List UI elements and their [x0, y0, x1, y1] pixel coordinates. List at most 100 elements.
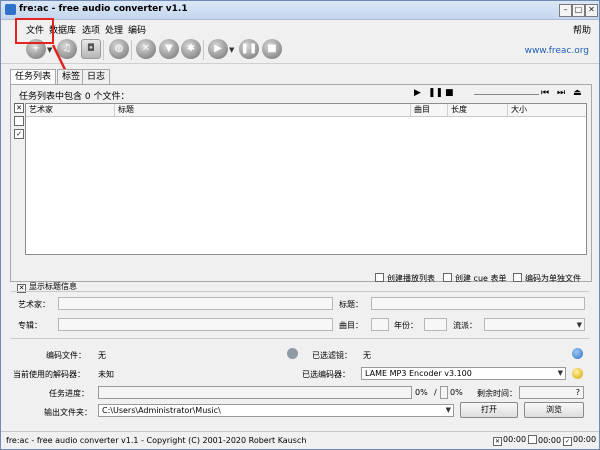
toolbar-separator — [203, 40, 204, 60]
app-window: fre:ac - free audio converter v1.1 – □ ✕… — [0, 0, 600, 450]
window-title: fre:ac - free audio converter v1.1 — [19, 4, 188, 14]
minimize-button[interactable]: – — [559, 4, 572, 17]
column-track[interactable]: 曲目 — [411, 104, 448, 116]
encoder-config-icon[interactable] — [572, 368, 583, 379]
menu-encode[interactable]: 编码 — [128, 23, 146, 36]
option-label: 编码为单独文件 — [525, 274, 581, 283]
status-time: 00:00 — [503, 435, 527, 444]
progress-percent: 0% — [415, 388, 428, 397]
tools-icon: ✕ — [141, 43, 151, 54]
chevron-down-icon[interactable]: ▼ — [577, 321, 582, 329]
info-icon[interactable] — [572, 348, 583, 359]
close-button[interactable]: ✕ — [585, 4, 598, 17]
selected-filter-label: 已选滤镜： — [312, 351, 352, 360]
filter-button[interactable]: ▼ — [159, 39, 179, 59]
player-position-slider[interactable] — [474, 94, 539, 95]
tag-info-header: 显示标题信息 — [29, 282, 77, 291]
checkbox[interactable] — [513, 273, 522, 282]
checkbox: ✓ — [563, 437, 572, 446]
lock-button[interactable]: ◘ — [81, 39, 101, 59]
menu-options[interactable]: 选项 — [82, 23, 100, 36]
menu-bar: 文件 数据库 选项 处理 编码 帮助 — [1, 20, 599, 36]
play-button[interactable]: ▶ — [208, 39, 228, 59]
filter-icon: ▼ — [165, 43, 173, 54]
add-dropdown-icon[interactable]: ▼ — [47, 46, 52, 54]
pause-button[interactable]: ❚❚ — [239, 39, 259, 59]
title-label: 标题： — [339, 300, 363, 309]
column-size[interactable]: 大小 — [508, 104, 586, 116]
year-field[interactable] — [424, 318, 447, 331]
checkbox: ✕ — [493, 437, 502, 446]
column-length[interactable]: 长度 — [448, 104, 508, 116]
open-folder-button[interactable]: 打开 — [460, 402, 518, 418]
encoder-select[interactable]: LAME MP3 Encoder v3.100 ▼ — [361, 367, 566, 380]
remaining-time-field: ? — [519, 386, 584, 399]
status-time: 00:00 — [538, 436, 562, 445]
column-title[interactable]: 标题 — [115, 104, 411, 116]
track-field[interactable] — [371, 318, 389, 331]
toolbar: + ▼ ♫ ◘ ◍ ✕ ▼ ✱ ▶ ▼ ❚❚ ■ — [1, 36, 599, 64]
tools-button[interactable]: ✕ — [136, 39, 156, 59]
column-artist[interactable]: 艺术家 — [26, 104, 115, 116]
menu-help[interactable]: 帮助 — [573, 23, 591, 36]
toggle-selection-checkbox[interactable]: ✓ — [14, 129, 24, 139]
joblist-table[interactable]: 艺术家 标题 曲目 长度 大小 — [25, 103, 587, 255]
title-bar[interactable]: fre:ac - free audio converter v1.1 – □ ✕ — [1, 1, 599, 20]
select-none-checkbox[interactable] — [14, 116, 24, 126]
joblist-panel: 任务列表中包含 0 个文件： ▶ ❚❚ ■ ⏮ ⏭ ⏏ ✕ ✓ 艺术家 标题 曲… — [10, 84, 592, 284]
artist-label: 艺术家： — [18, 300, 50, 309]
title-field[interactable] — [371, 297, 585, 310]
annotation-highlight-box — [15, 18, 54, 44]
player-pause-icon[interactable]: ❚❚ — [428, 88, 443, 98]
output-folder-field[interactable]: C:\Users\Administrator\Music\ ▼ — [98, 404, 454, 417]
progress-separator: / — [434, 388, 437, 397]
stop-icon: ■ — [267, 43, 277, 54]
settings-button[interactable]: ✱ — [181, 39, 201, 59]
cddb-button[interactable]: ◍ — [109, 39, 129, 59]
select-all-checkbox[interactable]: ✕ — [14, 103, 24, 113]
chevron-down-icon[interactable]: ▼ — [446, 405, 451, 416]
output-folder-value: C:\Users\Administrator\Music\ — [102, 406, 221, 415]
encoding-file-label: 编码文件： — [46, 351, 86, 360]
option-encode-single[interactable]: 编码为单独文件 — [513, 273, 581, 284]
maximize-button[interactable]: □ — [572, 4, 585, 17]
total-progress-percent: 0% — [450, 388, 463, 397]
filter-icon — [287, 348, 298, 359]
player-play-icon[interactable]: ▶ — [414, 88, 421, 98]
status-counter-2: 00:00 — [528, 435, 561, 445]
cd-icon: ♫ — [62, 43, 72, 54]
album-field[interactable] — [58, 318, 333, 331]
checkbox[interactable] — [375, 273, 384, 282]
encoding-file-value: 无 — [98, 351, 106, 360]
player-stop-icon[interactable]: ■ — [445, 88, 454, 98]
tab-joblist[interactable]: 任务列表 — [10, 69, 57, 85]
artist-field[interactable] — [58, 297, 333, 310]
checkbox[interactable] — [443, 273, 452, 282]
player-previous-icon[interactable]: ⏮ — [541, 88, 549, 98]
play-icon: ▶ — [214, 43, 222, 54]
status-bar: fre:ac - free audio converter v1.1 - Cop… — [1, 431, 599, 449]
play-dropdown-icon[interactable]: ▼ — [229, 46, 234, 54]
website-link[interactable]: www.freac.org — [525, 46, 589, 56]
track-label: 曲目： — [339, 321, 363, 330]
encoder-value: LAME MP3 Encoder v3.100 — [365, 369, 472, 378]
option-create-cue[interactable]: 创建 cue 表单 — [443, 273, 506, 284]
chevron-down-icon[interactable]: ▼ — [558, 368, 563, 379]
player-eject-icon[interactable]: ⏏ — [573, 88, 582, 98]
tab-tags[interactable]: 标签 — [57, 69, 86, 84]
menu-process[interactable]: 处理 — [105, 23, 123, 36]
option-create-playlist[interactable]: 创建播放列表 — [375, 273, 435, 284]
genre-field[interactable]: ▼ — [484, 318, 585, 331]
tab-log[interactable]: 日志 — [82, 69, 111, 84]
year-label: 年份： — [394, 321, 418, 330]
browse-button[interactable]: 浏览 — [524, 402, 584, 418]
cd-button[interactable]: ♫ — [57, 39, 77, 59]
status-counter-1: ✕ 00:00 — [493, 435, 526, 446]
stop-button[interactable]: ■ — [262, 39, 282, 59]
gear-icon: ✱ — [186, 43, 196, 54]
divider — [11, 338, 589, 339]
player-next-icon[interactable]: ⏭ — [557, 88, 565, 98]
genre-label: 流派： — [453, 321, 477, 330]
progress-bar — [98, 386, 412, 399]
option-label: 创建播放列表 — [387, 274, 435, 283]
